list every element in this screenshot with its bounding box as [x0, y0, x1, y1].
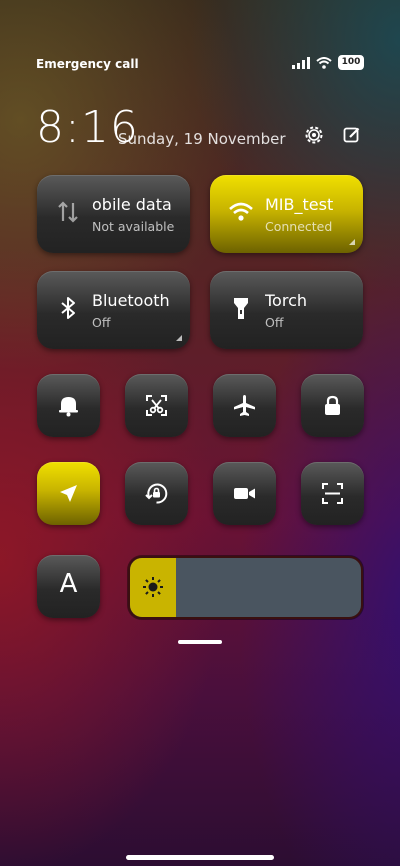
scanner-toggle[interactable] [301, 462, 364, 525]
bluetooth-subtitle: Off [92, 315, 111, 330]
lock-screen-toggle[interactable] [301, 374, 364, 437]
battery-icon: 100 [338, 55, 364, 70]
bluetooth-icon [61, 297, 75, 319]
bluetooth-tile[interactable]: Bluetooth Off [37, 271, 190, 349]
rotation-lock-icon [145, 483, 168, 504]
screen-recorder-toggle[interactable] [213, 462, 276, 525]
wifi-status-icon [316, 56, 332, 69]
torch-subtitle: Off [265, 315, 284, 330]
status-bar: Emergency calls o 100 [36, 55, 364, 73]
airplane-icon [234, 395, 255, 416]
mobile-data-subtitle: Not available [92, 219, 175, 234]
bell-icon [59, 397, 78, 417]
location-toggle[interactable] [37, 462, 100, 525]
brightness-slider[interactable] [128, 556, 363, 619]
scan-icon [322, 483, 343, 504]
mobile-data-icon [58, 201, 78, 223]
airplane-mode-toggle[interactable] [213, 374, 276, 437]
font-size-button[interactable]: A [37, 555, 100, 618]
wifi-icon [229, 202, 253, 221]
wifi-title: MIB_test [265, 195, 334, 214]
torch-icon [234, 298, 248, 319]
lock-icon [325, 395, 340, 415]
wifi-tile[interactable]: MIB_test Connected [210, 175, 363, 253]
home-indicator[interactable] [126, 855, 274, 860]
mobile-data-title: obile data [92, 195, 172, 214]
wifi-expand-icon[interactable] [349, 239, 355, 245]
wifi-subtitle: Connected [265, 219, 333, 234]
silent-mode-toggle[interactable] [37, 374, 100, 437]
screenshot-toggle[interactable] [125, 374, 188, 437]
mobile-data-tile[interactable]: obile data Not available [37, 175, 190, 253]
font-size-label: A [59, 569, 78, 599]
settings-gear-icon[interactable] [302, 123, 326, 147]
sun-icon [143, 577, 163, 597]
bluetooth-title: Bluetooth [92, 291, 170, 310]
edit-icon[interactable] [343, 126, 361, 144]
carrier-text: Emergency calls o [36, 57, 138, 71]
bluetooth-expand-icon[interactable] [176, 335, 182, 341]
location-arrow-icon [60, 485, 77, 502]
panel-drag-handle[interactable] [178, 640, 222, 644]
torch-title: Torch [265, 291, 308, 310]
torch-tile[interactable]: Torch Off [210, 271, 363, 349]
status-icons: 100 [292, 55, 364, 70]
signal-icon [292, 56, 310, 69]
scissors-screenshot-icon [146, 395, 167, 416]
rotation-lock-toggle[interactable] [125, 462, 188, 525]
video-camera-icon [234, 488, 255, 499]
date: Sunday, 19 November [118, 130, 286, 148]
